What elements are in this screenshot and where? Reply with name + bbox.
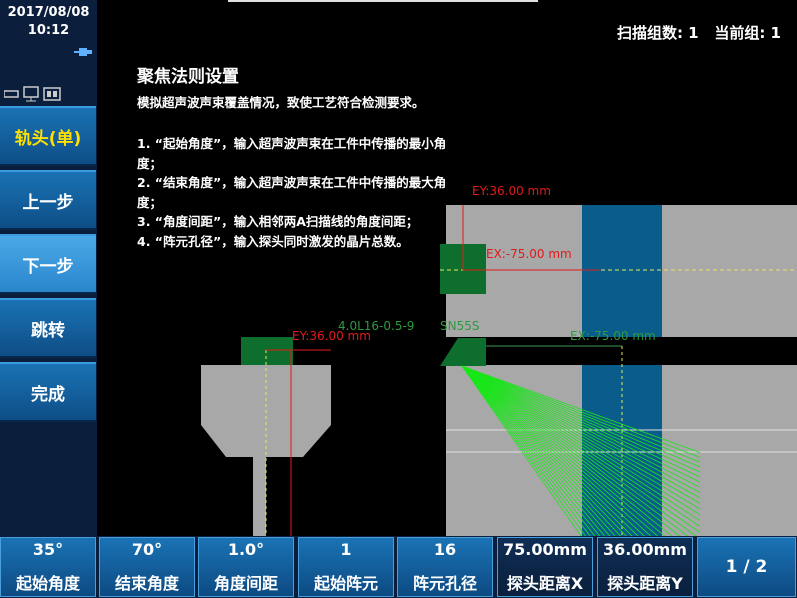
usb-icon xyxy=(4,90,19,98)
param-start-element[interactable]: 1 起始阵元 xyxy=(298,537,394,597)
ex-green-label: EX:-75.00 mm xyxy=(570,329,656,343)
ey-top-label: EY:36.00 mm xyxy=(472,184,551,198)
page-title: 聚焦法则设置 xyxy=(137,67,239,87)
sidebar-item-label: 完成 xyxy=(31,384,65,405)
param-angle-step[interactable]: 1.0° 角度间距 xyxy=(198,537,294,597)
param-value: 1 xyxy=(340,540,352,559)
probe-connection-icon xyxy=(74,48,92,56)
instruction-item: 1. “起始角度”，输入超声波声束在工件中传播的最小角度； xyxy=(137,136,447,171)
param-label: 阵元孔径 xyxy=(412,574,477,593)
wedge-model-label: SN55S xyxy=(440,319,479,333)
param-value: 16 xyxy=(433,540,457,559)
param-value: 1.0° xyxy=(227,540,265,559)
sidebar-item-label: 跳转 xyxy=(31,320,65,341)
ex-right-label: EX:-75.00 mm xyxy=(486,247,572,261)
param-label: 角度间距 xyxy=(213,574,278,593)
param-label: 起始阵元 xyxy=(313,574,378,593)
sidebar-item-label: 下一步 xyxy=(22,256,74,277)
param-value: 36.00mm xyxy=(603,540,687,559)
probe-left xyxy=(241,337,293,365)
monitor-icon xyxy=(23,86,39,102)
param-probe-distance-x[interactable]: 75.00mm 探头距离X xyxy=(497,537,593,597)
date-text: 2017/08/08 xyxy=(7,5,90,20)
weld-upper xyxy=(582,205,662,337)
param-value: 75.00mm xyxy=(503,540,587,559)
wedge xyxy=(440,338,486,366)
status-icons xyxy=(4,86,61,102)
param-value: 35° xyxy=(32,540,64,559)
param-value: 70° xyxy=(131,540,163,559)
rail-section xyxy=(201,365,331,536)
sidebar-item-jump[interactable]: 跳转 xyxy=(0,298,96,358)
param-label: 起始角度 xyxy=(15,574,80,593)
instruction-item: 3. “角度间距”，输入相邻两A扫描线的角度间距； xyxy=(137,214,419,229)
param-probe-distance-y[interactable]: 36.00mm 探头距离Y xyxy=(597,537,693,597)
page-indicator: 1 / 2 xyxy=(725,557,768,577)
sidebar-item-label: 上一步 xyxy=(22,192,74,213)
param-label: 结束角度 xyxy=(114,574,179,593)
sidebar-item-prev-step[interactable]: 上一步 xyxy=(0,170,96,230)
param-start-angle[interactable]: 35° 起始角度 xyxy=(0,537,96,597)
sidebar-item-next-step[interactable]: 下一步 xyxy=(0,234,96,294)
sidebar-item-rail-head[interactable]: 轨头(单) xyxy=(0,106,96,166)
time-text: 10:12 xyxy=(27,23,70,38)
param-label: 探头距离Y xyxy=(607,574,683,593)
page-subtitle: 模拟超声波声束覆盖情况，致使工艺符合检测要求。 xyxy=(137,95,425,110)
datetime: 2017/08/08 10:12 xyxy=(0,4,97,40)
param-end-angle[interactable]: 70° 结束角度 xyxy=(99,537,195,597)
instruction-item: 2. “结束角度”，输入超声波声束在工件中传播的最大角度； xyxy=(137,175,447,210)
param-aperture[interactable]: 16 阵元孔径 xyxy=(397,537,493,597)
ey-left-label: EY:36.00 mm xyxy=(292,329,371,343)
param-label: 探头距离X xyxy=(506,574,584,593)
sidebar-item-label: 轨头(单) xyxy=(14,128,82,149)
instruction-list: 1. “起始角度”，输入超声波声束在工件中传播的最小角度； 2. “结束角度”，… xyxy=(137,134,447,251)
page-indicator-button[interactable]: 1 / 2 xyxy=(697,537,796,597)
battery-icon xyxy=(43,87,61,101)
sidebar-item-finish[interactable]: 完成 xyxy=(0,362,96,422)
instruction-item: 4. “阵元孔径”，输入探头同时激发的晶片总数。 xyxy=(137,233,409,249)
